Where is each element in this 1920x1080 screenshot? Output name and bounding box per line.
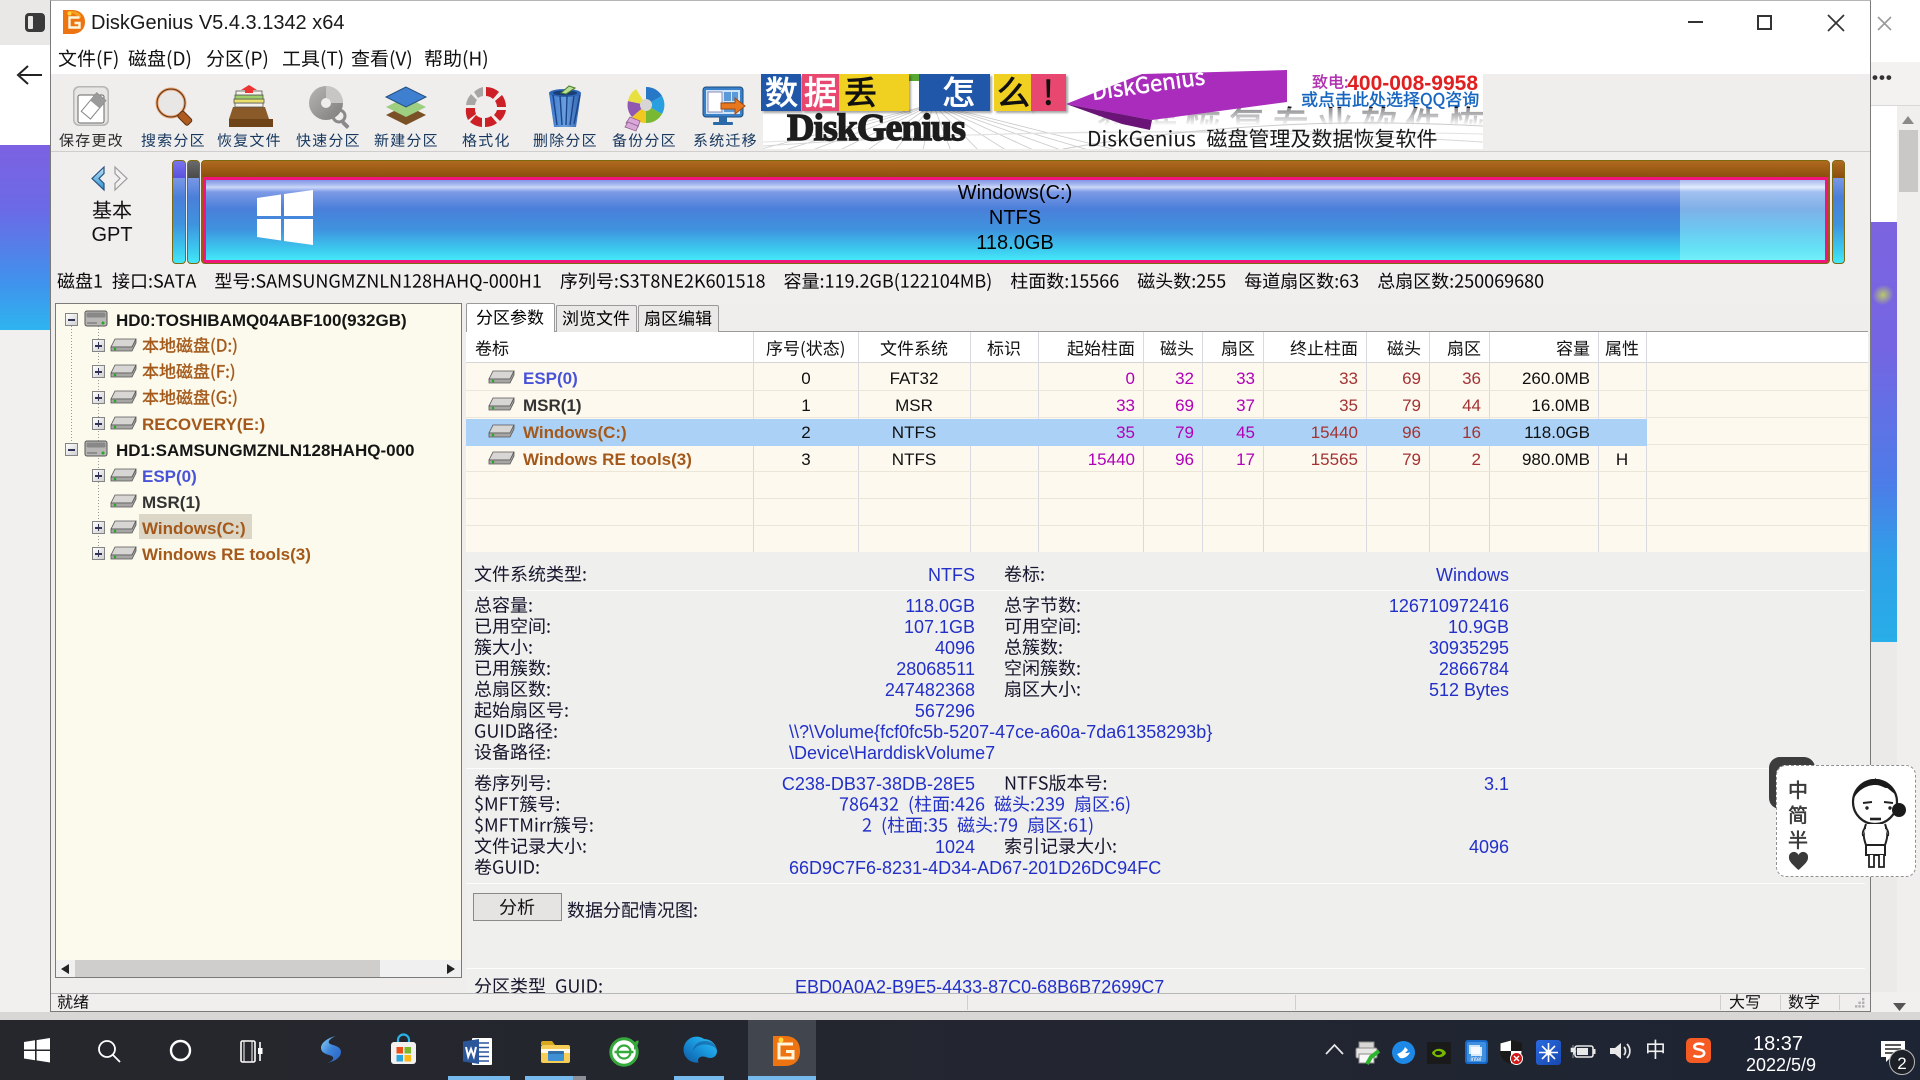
svg-text:intel: intel [1470,1057,1481,1063]
